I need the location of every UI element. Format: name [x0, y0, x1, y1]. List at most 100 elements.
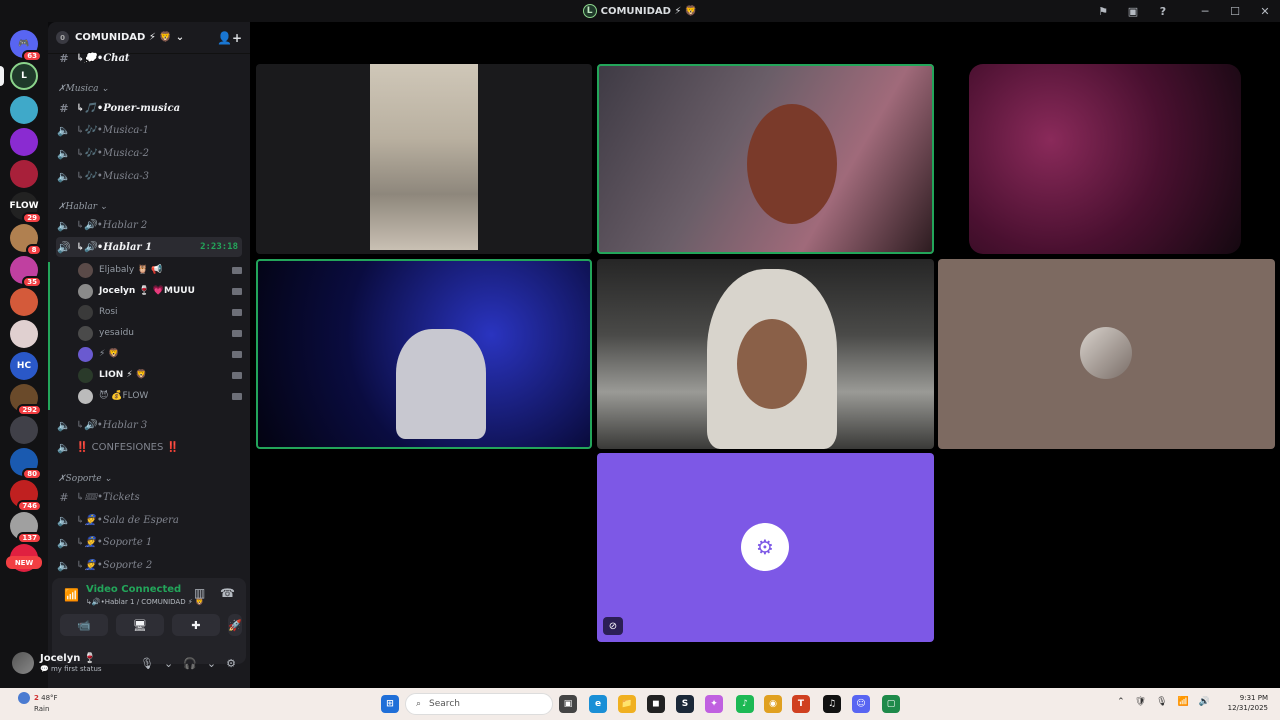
voice-user[interactable]: Rosi	[78, 302, 242, 322]
category-soporte[interactable]: ✗Soporte ⌄	[58, 474, 112, 484]
windows-start-icon[interactable]: ⊞	[381, 695, 399, 713]
new-badge[interactable]: NEW	[6, 556, 42, 569]
channel-label: ↳🎶•Musica-2	[76, 147, 150, 159]
avatar[interactable]	[12, 652, 34, 674]
username[interactable]: Jocelyn 🍷	[40, 653, 102, 664]
voice-user[interactable]: ⚡ 🦁	[78, 344, 242, 364]
system-tray: ⌃ 🛡 🎙 📶 🔊	[1117, 697, 1210, 707]
channel-poner-musica[interactable]: # ↳🎵•Poner-musica	[56, 98, 242, 118]
server-icon[interactable]: FLOW 29	[9, 192, 42, 224]
screen-icon[interactable]: ▣	[1118, 5, 1148, 18]
video-tile-speaking[interactable]	[256, 259, 592, 449]
headphones-icon[interactable]: 🎧	[183, 657, 197, 670]
channel-hablar-1[interactable]: 🔊 ↳🔊•Hablar 1 2:23:18	[56, 237, 242, 257]
screen-share-button[interactable]: 🖥	[116, 614, 164, 636]
app-black-icon[interactable]: ◼	[647, 695, 665, 713]
channel-musica-2[interactable]: 🔈 ↳🎶•Musica-2	[56, 143, 242, 163]
spotify-icon[interactable]: ♪	[736, 695, 754, 713]
server-icon[interactable]	[10, 160, 38, 188]
server-icon[interactable]: L	[0, 62, 38, 90]
minimize-button[interactable]: ─	[1190, 5, 1220, 18]
server-icon[interactable]: 8	[10, 224, 42, 256]
server-icon[interactable]	[10, 96, 38, 124]
copilot-icon[interactable]: ✦	[705, 695, 723, 713]
guild-name: COMUNIDAD ⚡ 🦁	[75, 32, 172, 43]
disconnect-icon[interactable]: ☎	[220, 586, 235, 600]
server-icon[interactable]: 🎮 63	[10, 30, 42, 62]
voice-user[interactable]: Jocelyn 🍷 💗MUUU	[78, 281, 242, 301]
video-tile[interactable]	[969, 64, 1241, 254]
voice-user[interactable]: Eljabaly 🦉 📢	[78, 260, 242, 280]
channel-tickets[interactable]: # ↳🎟•Tickets	[56, 487, 242, 507]
speaker-active-icon: 🔊	[57, 240, 71, 254]
chevron-down-icon[interactable]: ⌄	[164, 657, 173, 670]
shield-icon[interactable]: 🛡	[1135, 697, 1146, 707]
category-musica[interactable]: ✗Musica ⌄	[58, 84, 109, 94]
channel-hablar-3[interactable]: 🔈 ↳🔊•Hablar 3	[56, 415, 242, 435]
clock[interactable]: 9:31 PM 12/31/2025	[1228, 693, 1268, 713]
microphone-icon[interactable]: 🎙	[1156, 697, 1167, 707]
volume-icon[interactable]: 🔊	[1199, 697, 1210, 707]
activities-button[interactable]: ✚	[172, 614, 220, 636]
file-explorer-icon[interactable]: 📁	[618, 695, 636, 713]
voice-status[interactable]: Video Connected	[86, 584, 181, 595]
close-button[interactable]: ✕	[1250, 5, 1280, 18]
server-icon[interactable]: 35	[10, 256, 42, 288]
server-icon[interactable]: 292	[10, 384, 42, 416]
server-icon[interactable]: HC	[10, 352, 38, 380]
camera-icon	[232, 371, 242, 379]
camera-button[interactable]: 📹	[60, 614, 108, 636]
server-avatar: L	[10, 62, 38, 90]
mention-badge: 29	[22, 212, 42, 224]
server-icon[interactable]	[10, 288, 38, 316]
channel-musica-3[interactable]: 🔈 ↳🎶•Musica-3	[56, 166, 242, 186]
noise-suppression-icon[interactable]: ▥	[194, 586, 205, 600]
audio-only-tile[interactable]	[938, 259, 1275, 449]
voice-user[interactable]: LION ⚡ 🦁	[78, 365, 242, 385]
maximize-button[interactable]: ☐	[1220, 5, 1250, 18]
video-tile-speaking[interactable]	[597, 64, 934, 254]
bot-tile[interactable]: ⚙ ⊘	[597, 453, 934, 642]
server-icon[interactable]	[10, 128, 38, 156]
voice-user[interactable]: 😈 💰FLOW	[78, 386, 242, 406]
video-tile[interactable]	[597, 259, 934, 449]
green-app-icon[interactable]: ▢	[882, 695, 900, 713]
server-icon[interactable]: 746	[10, 480, 42, 512]
server-icon[interactable]	[10, 320, 38, 348]
channel-hablar-2[interactable]: 🔈 ↳🔊•Hablar 2	[56, 215, 242, 235]
chevron-up-icon[interactable]: ⌃	[1117, 697, 1125, 707]
channel-sala-de-espera[interactable]: 🔈 ↳👮•Sala de Espera	[56, 510, 242, 530]
voice-user[interactable]: yesaidu	[78, 323, 242, 343]
steam-icon[interactable]: S	[676, 695, 694, 713]
gear-icon[interactable]: ⚙	[226, 657, 236, 670]
inbox-icon[interactable]: ⚑	[1088, 5, 1118, 18]
help-icon[interactable]: ?	[1148, 5, 1178, 18]
soundboard-button[interactable]: 🚀	[228, 614, 242, 636]
weather-widget[interactable]: 2 48°F Rain	[18, 692, 58, 714]
chrome-icon[interactable]: ◉	[764, 695, 782, 713]
video-tile[interactable]	[256, 64, 592, 254]
server-icon[interactable]: 137	[10, 512, 42, 544]
channel-label: ↳🔊•Hablar 2	[76, 219, 148, 231]
chevron-down-icon[interactable]: ⌄	[207, 657, 216, 670]
text-app-icon[interactable]: T	[792, 695, 810, 713]
channel-soporte-1[interactable]: 🔈 ↳👮•Soporte 1	[56, 532, 242, 552]
channel-chat[interactable]: # ↳💭•Chat	[56, 48, 242, 68]
server-icon[interactable]	[10, 416, 38, 444]
category-hablar[interactable]: ✗Hablar ⌄	[58, 202, 107, 212]
invite-icon[interactable]: 👤+	[217, 31, 242, 45]
search-box[interactable]: ⌕ Search	[405, 693, 553, 715]
wifi-icon[interactable]: 📶	[1178, 697, 1189, 707]
voice-user-name: Rosi	[99, 307, 118, 317]
channel-musica-1[interactable]: 🔈 ↳🎶•Musica-1	[56, 120, 242, 140]
edge-icon[interactable]: e	[589, 695, 607, 713]
channel-soporte-2[interactable]: 🔈 ↳👮•Soporte 2	[56, 555, 242, 575]
task-view-icon[interactable]: ▣	[559, 695, 577, 713]
tiktok-icon[interactable]: ♫	[823, 695, 841, 713]
channel-confesiones[interactable]: 🔈 ‼️ CONFESIONES ‼️	[56, 437, 242, 457]
server-icon[interactable]: 80	[10, 448, 42, 480]
discord-icon[interactable]: ☺	[852, 695, 870, 713]
voice-user-name: LION ⚡ 🦁	[99, 370, 148, 380]
microphone-icon[interactable]: 🎙	[140, 657, 154, 670]
signal-icon[interactable]: 📶	[64, 588, 79, 602]
